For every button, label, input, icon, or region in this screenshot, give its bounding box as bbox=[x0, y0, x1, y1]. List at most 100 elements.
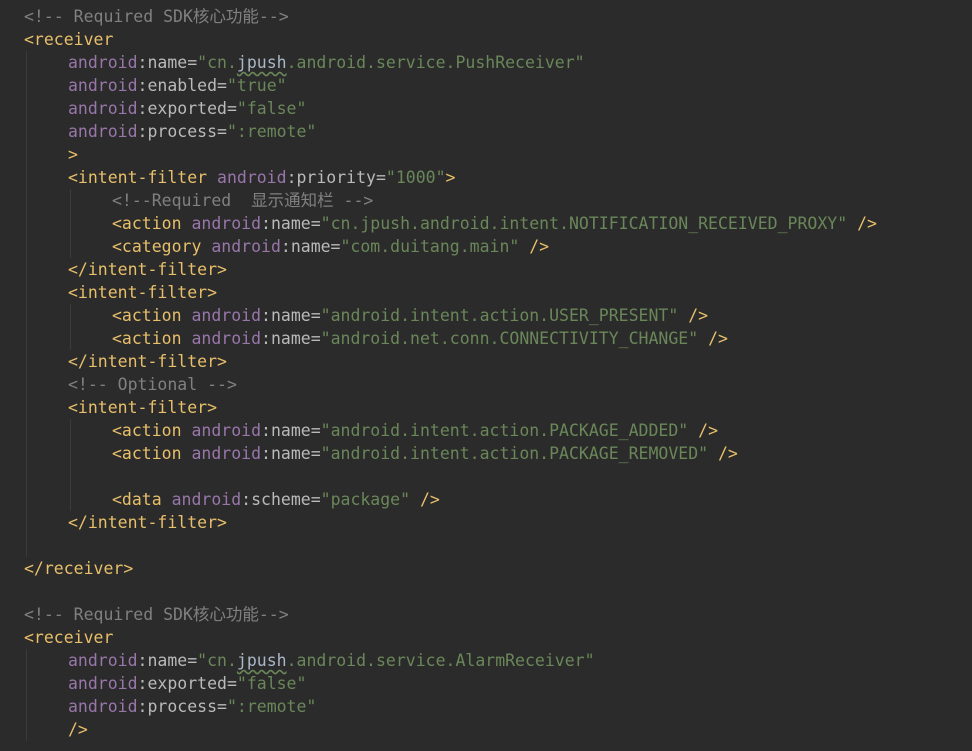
code-token-val: .android.service.PushReceiver" bbox=[286, 53, 585, 72]
code-token-eq: :name= bbox=[261, 214, 321, 233]
code-line[interactable]: </intent-filter> bbox=[68, 258, 227, 281]
code-token-eq: :name= bbox=[261, 421, 321, 440]
code-line[interactable]: android:name="cn.jpush.android.service.P… bbox=[68, 51, 585, 74]
code-line[interactable]: </receiver> bbox=[24, 557, 133, 580]
code-token-eq: :priority= bbox=[286, 168, 386, 187]
code-token-eq: :name= bbox=[280, 237, 341, 256]
code-token-ns: android bbox=[68, 53, 138, 72]
code-token-tag: <action bbox=[112, 329, 192, 348]
code-token-ns: android bbox=[68, 99, 138, 118]
code-token-val: ":remote" bbox=[226, 697, 317, 716]
code-token-val: "android.net.conn.CONNECTIVITY_CHANGE" bbox=[320, 329, 699, 348]
code-token-ns: android bbox=[191, 306, 262, 325]
code-token-val: "cn. bbox=[197, 53, 237, 72]
code-token-tag: <data bbox=[112, 490, 172, 509]
code-token-ns: android bbox=[191, 329, 262, 348]
code-token-tag: </receiver> bbox=[24, 559, 134, 578]
code-line[interactable]: <action android:name="android.intent.act… bbox=[112, 442, 738, 465]
code-line[interactable]: android:process=":remote" bbox=[68, 695, 316, 718]
code-token-val: ":remote" bbox=[226, 122, 317, 141]
code-token-val: "false" bbox=[236, 99, 307, 118]
code-line[interactable]: </intent-filter> bbox=[68, 350, 227, 373]
code-token-tag: <action bbox=[112, 306, 192, 325]
code-token-eq: :process= bbox=[137, 697, 227, 716]
code-token-tag: /> bbox=[847, 214, 877, 233]
code-token-eq: :name= bbox=[261, 329, 321, 348]
code-token-typo: jpush bbox=[236, 53, 287, 72]
code-token-val: "com.duitang.main" bbox=[340, 237, 520, 256]
code-token-tag: <receiver bbox=[24, 30, 114, 49]
code-line[interactable]: android:name="cn.jpush.android.service.A… bbox=[68, 649, 595, 672]
code-line[interactable]: > bbox=[68, 143, 78, 166]
code-line[interactable]: <intent-filter> bbox=[68, 396, 217, 419]
code-token-eq: :name= bbox=[261, 444, 321, 463]
code-token-val: "android.intent.action.USER_PRESENT" bbox=[320, 306, 679, 325]
code-token-ns: android bbox=[217, 168, 287, 187]
code-token-eq: :scheme= bbox=[241, 490, 321, 509]
code-line[interactable]: <data android:scheme="package" /> bbox=[112, 488, 440, 511]
code-editor[interactable]: <!-- Required SDK核心功能--> <receiver android… bbox=[0, 0, 972, 751]
code-line[interactable]: android:process=":remote" bbox=[68, 120, 316, 143]
code-token-tag: /> bbox=[678, 306, 709, 325]
code-token-tag: <receiver bbox=[24, 628, 114, 647]
code-token-ns: android bbox=[191, 421, 262, 440]
code-token-tag: /> bbox=[410, 490, 440, 509]
code-token-val: "1000" bbox=[385, 168, 446, 187]
code-line[interactable]: /> bbox=[68, 718, 88, 741]
code-line[interactable]: <receiver bbox=[24, 28, 113, 51]
code-token-eq: :enabled= bbox=[137, 76, 227, 95]
code-token-tag: /> bbox=[698, 329, 728, 348]
code-line[interactable]: android:enabled="true" bbox=[68, 74, 287, 97]
code-line[interactable]: <action android:name="android.intent.act… bbox=[112, 304, 708, 327]
code-token-tag: /> bbox=[708, 444, 738, 463]
code-token-comment: <!-- Required SDK核心功能--> bbox=[24, 7, 289, 26]
code-token-tag: </intent-filter> bbox=[68, 513, 227, 532]
code-token-tag: /> bbox=[519, 237, 550, 256]
indent-guide bbox=[70, 189, 71, 258]
code-token-ns: android bbox=[68, 697, 138, 716]
code-token-typo: jpush bbox=[236, 651, 287, 670]
indent-guide bbox=[70, 304, 71, 350]
code-line[interactable]: <!-- Required SDK核心功能--> bbox=[24, 5, 289, 28]
code-line[interactable]: <action android:name="android.intent.act… bbox=[112, 419, 718, 442]
code-token-val: "cn.jpush.android.intent.NOTIFICATION_RE… bbox=[320, 214, 848, 233]
code-token-comment: <!--Required 显示通知栏 --> bbox=[112, 191, 374, 210]
code-token-eq: :name= bbox=[137, 53, 198, 72]
code-line[interactable]: <action android:name="android.net.conn.C… bbox=[112, 327, 728, 350]
code-token-ns: android bbox=[68, 76, 138, 95]
indent-guide bbox=[26, 51, 27, 557]
code-token-tag: <intent-filter> bbox=[68, 283, 218, 302]
code-line[interactable]: <!-- Required SDK核心功能--> bbox=[24, 603, 289, 626]
code-token-tag: > bbox=[68, 145, 78, 164]
code-token-val: "true" bbox=[226, 76, 287, 95]
code-token-tag: <intent-filter> bbox=[68, 398, 218, 417]
code-token-tag: /> bbox=[68, 720, 88, 739]
code-line[interactable]: <intent-filter> bbox=[68, 281, 217, 304]
code-line[interactable]: <action android:name="cn.jpush.android.i… bbox=[112, 212, 877, 235]
code-token-val: "false" bbox=[236, 674, 307, 693]
code-line[interactable]: <category android:name="com.duitang.main… bbox=[112, 235, 549, 258]
code-token-val: "android.intent.action.PACKAGE_REMOVED" bbox=[320, 444, 709, 463]
code-token-tag: </intent-filter> bbox=[68, 260, 227, 279]
code-line[interactable]: <intent-filter android:priority="1000"> bbox=[68, 166, 455, 189]
code-line[interactable]: <!--Required 显示通知栏 --> bbox=[112, 189, 373, 212]
code-line[interactable]: android:exported="false" bbox=[68, 672, 306, 695]
indent-guide bbox=[70, 419, 71, 511]
code-token-comment: <!-- Optional --> bbox=[68, 375, 237, 394]
code-line[interactable]: <receiver bbox=[24, 626, 113, 649]
code-token-ns: android bbox=[191, 214, 262, 233]
code-token-tag: <action bbox=[112, 444, 192, 463]
code-token-eq: :name= bbox=[137, 651, 198, 670]
code-token-ns: android bbox=[68, 651, 138, 670]
code-line[interactable]: android:exported="false" bbox=[68, 97, 306, 120]
code-token-ns: android bbox=[68, 674, 138, 693]
code-token-tag: <action bbox=[112, 214, 192, 233]
code-token-tag: /> bbox=[688, 421, 719, 440]
code-token-ns: android bbox=[211, 237, 281, 256]
code-token-ns: android bbox=[68, 122, 138, 141]
code-token-eq: :name= bbox=[261, 306, 321, 325]
code-line[interactable]: </intent-filter> bbox=[68, 511, 227, 534]
code-line[interactable]: <!-- Optional --> bbox=[68, 373, 237, 396]
code-token-val: "package" bbox=[320, 490, 411, 509]
code-token-tag: <intent-filter bbox=[68, 168, 218, 187]
